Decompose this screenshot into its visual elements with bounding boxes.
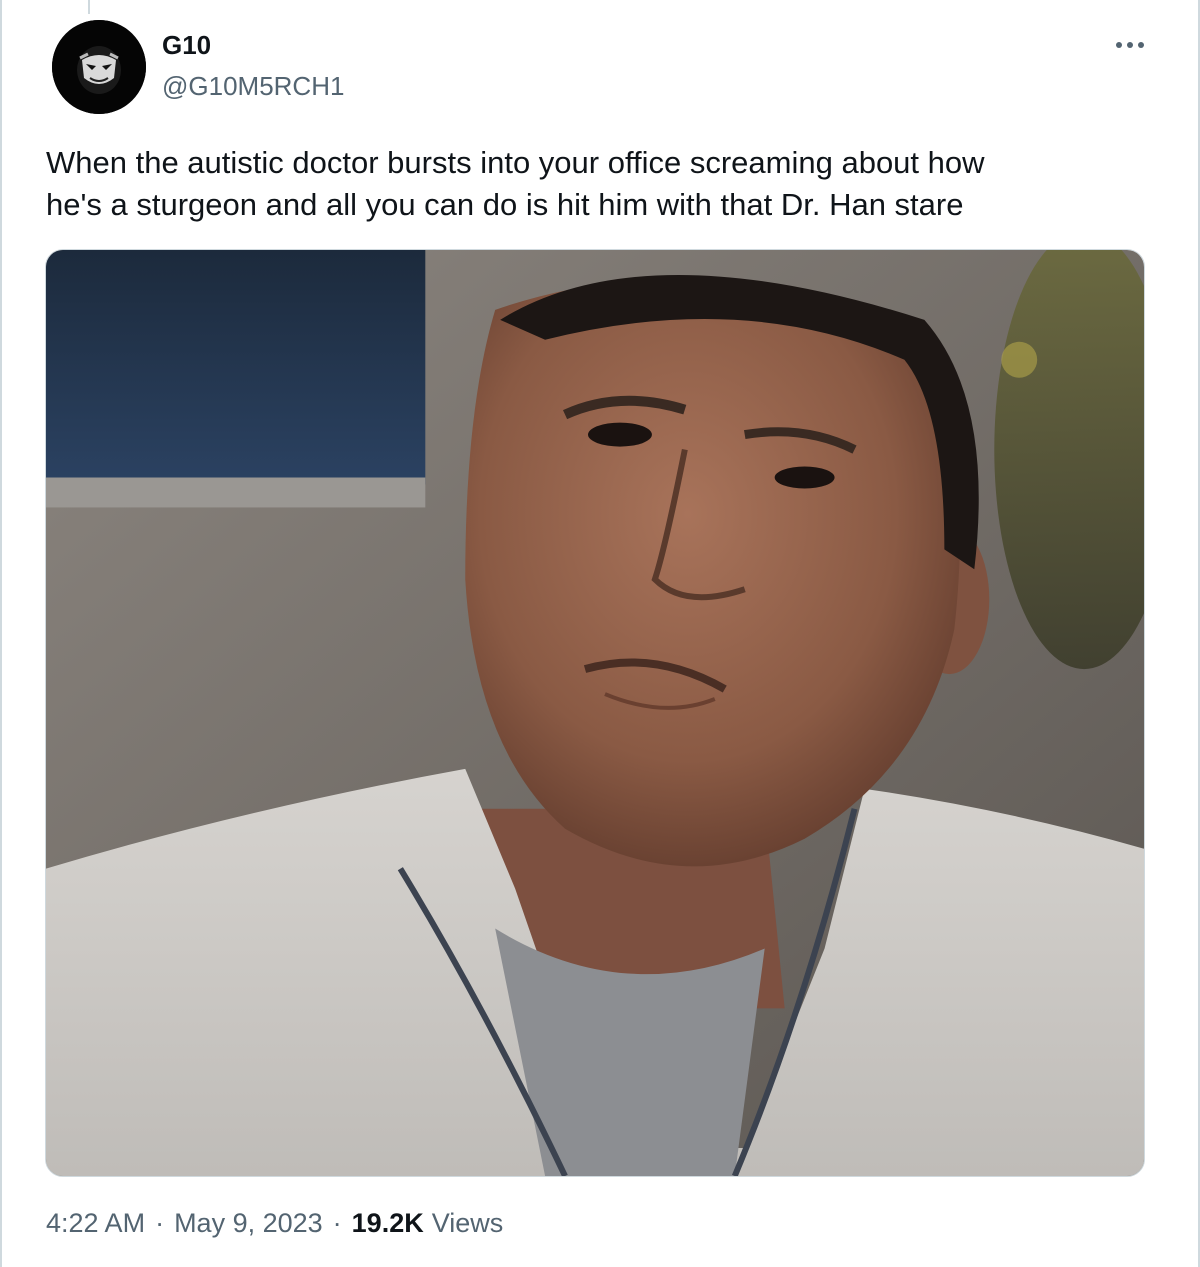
views-count: 19.2K — [351, 1208, 424, 1238]
tweet-metadata: 4:22 AM · May 9, 2023 · 19.2K Views — [46, 1208, 503, 1239]
author-display-name[interactable]: G10 — [162, 30, 211, 61]
more-options-button[interactable] — [1110, 30, 1150, 60]
tweet-text: When the autistic doctor bursts into you… — [46, 145, 985, 222]
separator-dot: · — [155, 1208, 165, 1238]
photo-man-in-zip-sweater — [46, 250, 1144, 1176]
author-handle[interactable]: @G10M5RCH1 — [162, 71, 344, 102]
tweet-card[interactable]: G10 @G10M5RCH1 When the autistic doctor … — [0, 0, 1200, 1267]
tweet-time[interactable]: 4:22 AM — [46, 1208, 145, 1239]
thread-connector-line — [88, 0, 90, 14]
tweet-media-photo[interactable] — [45, 249, 1145, 1177]
profile-avatar[interactable] — [52, 20, 146, 114]
separator-dot: · — [332, 1208, 342, 1238]
tweet-date[interactable]: May 9, 2023 — [174, 1208, 323, 1239]
avatar-image — [52, 20, 146, 114]
more-horizontal-icon — [1116, 42, 1144, 48]
views-label: Views — [431, 1208, 504, 1238]
